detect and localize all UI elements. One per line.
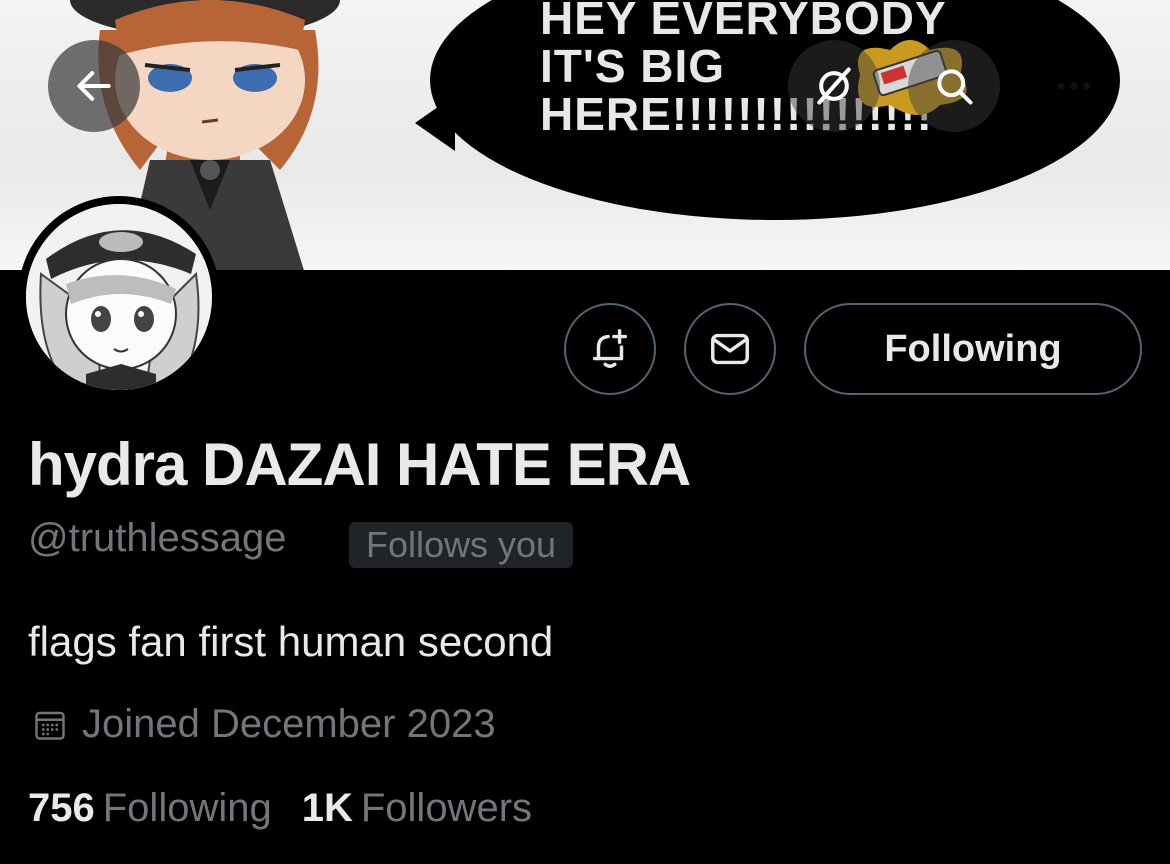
calendar-icon	[35, 711, 65, 740]
envelope-icon	[711, 333, 749, 365]
joined-date: Joined December 2023	[32, 702, 496, 747]
followers-count-link[interactable]: 1K Followers	[302, 786, 532, 831]
more-horizontal-icon	[1057, 82, 1091, 90]
followers-count: 1K	[301, 786, 353, 830]
joined-date-text: Joined December 2023	[82, 702, 496, 746]
avatar-image	[26, 204, 212, 390]
more-options-button[interactable]	[1028, 40, 1120, 132]
grok-button[interactable]	[788, 40, 880, 132]
search-button[interactable]	[908, 40, 1000, 132]
arrow-left-icon	[77, 71, 111, 101]
following-button[interactable]: Following	[804, 303, 1142, 395]
back-button[interactable]	[48, 40, 140, 132]
profile-bio: flags fan first human second	[28, 618, 554, 665]
user-handle: @truthlessage	[28, 516, 287, 560]
search-icon	[937, 69, 973, 105]
message-button[interactable]	[684, 303, 776, 395]
profile-avatar[interactable]	[18, 196, 220, 398]
follows-you-badge: Follows you	[349, 522, 574, 568]
follow-stats: 756 Following 1K Followers	[28, 786, 562, 831]
notify-button[interactable]	[564, 303, 656, 395]
following-label: Following	[102, 786, 272, 830]
followers-label: Followers	[360, 786, 533, 830]
speech-bubble-tail	[415, 95, 455, 151]
following-count: 756	[28, 786, 95, 830]
following-count-link[interactable]: 756 Following	[28, 786, 272, 831]
display-name: hydra DAZAI HATE ERA	[28, 431, 691, 498]
grok-icon	[817, 67, 851, 105]
bell-plus-icon	[592, 329, 628, 368]
